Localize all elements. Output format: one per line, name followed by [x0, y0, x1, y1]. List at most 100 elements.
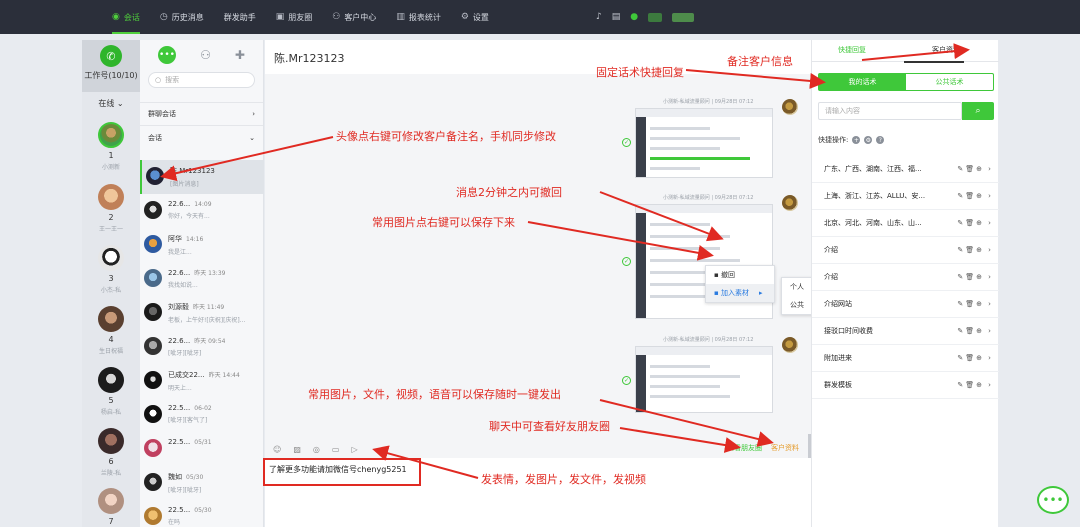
phrase-item[interactable]: 接驳口时间收费 ✎🗑⊕ ›: [812, 318, 999, 345]
chat-name: 刘源毅 昨天 11:49: [168, 302, 246, 312]
account-name: 兰陵-私: [100, 470, 122, 477]
chat-list-item[interactable]: 阿华 14:16 我是江...: [140, 228, 264, 262]
chat-preview: 老板，上午好![庆祝][庆祝]...: [168, 317, 246, 324]
nav-item-moments[interactable]: ▣ 朋友圈: [276, 0, 313, 34]
chevron-down-icon: ⌄: [116, 99, 124, 108]
database-icon[interactable]: ▤: [612, 12, 621, 22]
account-item[interactable]: 5 杨启-私: [97, 367, 125, 416]
phrase-actions-icon[interactable]: ✎🗑⊕ ›: [957, 192, 993, 200]
sessions-section-header[interactable]: 会话 ⌄: [140, 126, 263, 150]
nav-label: 报表统计: [408, 12, 441, 22]
work-accounts-header[interactable]: ✆ 工作号(10/10): [82, 40, 140, 92]
chat-list-item[interactable]: 22.6... 14:09 你好，今天有...: [140, 194, 264, 228]
chat-search-input[interactable]: ○ 搜索: [148, 72, 255, 88]
nav-right-tools: ♪ ▤ ●: [596, 0, 704, 34]
phrase-actions-icon[interactable]: ✎🗑⊕ ›: [957, 354, 993, 362]
help-icon[interactable]: ?: [876, 136, 885, 144]
wechat-logo-icon: ✆: [100, 45, 122, 67]
nav-item-history[interactable]: ◷ 历史消息: [160, 0, 204, 34]
avatar[interactable]: [782, 195, 798, 211]
phrase-actions-icon[interactable]: ✎🗑⊕ ›: [957, 300, 993, 308]
phrase-actions-icon[interactable]: ✎🗑⊕ ›: [957, 273, 993, 281]
phrase-search-input[interactable]: 请输入内容: [818, 102, 962, 120]
nav-item-reports[interactable]: ▥ 报表统计: [396, 0, 441, 34]
image-message[interactable]: [635, 108, 773, 178]
chat-list-item[interactable]: 陈.Mr123123 [图片消息]: [140, 160, 264, 194]
user-icon[interactable]: ●: [630, 12, 638, 22]
search-icon: ⌕: [975, 106, 981, 116]
tab-customer-info[interactable]: 客户资料: [932, 45, 960, 55]
gear-icon[interactable]: ⚙: [864, 136, 873, 144]
add-user-icon[interactable]: ✚: [235, 48, 245, 62]
recall-icon: ▪: [714, 271, 721, 279]
file-icon[interactable]: ▭: [332, 445, 340, 454]
customer-materials-link[interactable]: 客户资料: [771, 443, 799, 453]
chat-list-item[interactable]: 22.5... 05/31: [140, 432, 264, 466]
phrase-actions-icon[interactable]: ✎🗑⊕ ›: [957, 165, 993, 173]
chat-list-item[interactable]: 22.6... 昨天 09:54 [呲牙][呲牙]: [140, 330, 264, 364]
account-item[interactable]: 1 小测新: [97, 122, 125, 171]
add-material-menu-item[interactable]: ▪ 加入素材 ▸: [706, 284, 774, 302]
phrase-item[interactable]: 介绍网站 ✎🗑⊕ ›: [812, 291, 999, 318]
account-item[interactable]: 7: [97, 488, 125, 526]
nav-item-broadcast[interactable]: 群发助手: [224, 0, 256, 34]
phrase-item[interactable]: 上海、浙江、江苏、ALLU、安... ✎🗑⊕ ›: [812, 183, 999, 210]
online-status-dropdown[interactable]: 在线 ⌄: [82, 98, 140, 109]
chat-time: 14:09: [194, 201, 212, 208]
phrase-item[interactable]: 广东、广西、湖南、江西、福... ✎🗑⊕ ›: [812, 156, 999, 183]
materials-icon[interactable]: ◎: [313, 445, 320, 454]
video-icon[interactable]: ▷: [351, 445, 357, 454]
phrase-item[interactable]: 介绍 ✎🗑⊕ ›: [812, 237, 999, 264]
bell-icon[interactable]: ♪: [596, 12, 602, 22]
chat-time: 06-02: [194, 405, 212, 412]
recall-menu-item[interactable]: ▪ 撤回: [706, 266, 774, 284]
phrase-item[interactable]: 北京、河北、河南、山东、山... ✎🗑⊕ ›: [812, 210, 999, 237]
account-item[interactable]: 6 兰陵-私: [97, 428, 125, 477]
tab-quick-reply[interactable]: 快捷回复: [838, 45, 866, 55]
account-item[interactable]: 4 生日祝福: [97, 306, 125, 355]
nav-label: 设置: [472, 12, 489, 22]
message-meta: 小测新-私域流量顾问 | 09月28日 07:12: [663, 195, 754, 201]
phrase-item[interactable]: 附加进来 ✎🗑⊕ ›: [812, 345, 999, 372]
contacts-icon[interactable]: ⚇: [200, 48, 211, 62]
clock-icon: ◷: [159, 12, 168, 22]
nav-item-chat[interactable]: ◉ 会话: [112, 0, 140, 34]
image-message[interactable]: [635, 346, 773, 413]
annotation-quick-send: 常用图片，文件，视频，语音可以保存随时一键发出: [308, 388, 561, 401]
avatar: [144, 201, 162, 219]
phrase-actions-icon[interactable]: ✎🗑⊕ ›: [957, 246, 993, 254]
avatar[interactable]: [782, 337, 798, 353]
account-item[interactable]: 2 王一王一: [97, 184, 125, 233]
avatar[interactable]: [782, 99, 798, 115]
phrase-label: 北京、河北、河南、山东、山...: [824, 219, 922, 227]
chat-bubble-icon[interactable]: •••: [158, 46, 177, 64]
phrase-actions-icon[interactable]: ✎🗑⊕ ›: [957, 327, 993, 335]
account-item[interactable]: 3 小杰-私: [97, 245, 125, 294]
phrase-item[interactable]: 群发模板 ✎🗑⊕ ›: [812, 372, 999, 399]
avatar: [144, 473, 162, 491]
nav-item-settings[interactable]: ⚙ 设置: [461, 0, 489, 34]
my-phrases-tab[interactable]: 我的话术: [819, 74, 906, 90]
view-moments-link[interactable]: 查看朋友圈: [727, 443, 762, 453]
group-chats-row[interactable]: 群聊会话 ›: [140, 102, 263, 126]
recall-label: 撤回: [720, 271, 735, 279]
sent-check-icon: ✓: [622, 376, 631, 385]
phrase-search-button[interactable]: ⌕: [962, 102, 994, 120]
phrase-item[interactable]: 介绍 ✎🗑⊕ ›: [812, 264, 999, 291]
public-phrases-tab[interactable]: 公共话术: [906, 74, 993, 90]
chat-list-item[interactable]: 刘源毅 昨天 11:49 老板，上午好![庆祝][庆祝]...: [140, 296, 264, 330]
chat-list-item[interactable]: 22.6... 昨天 13:39 我找如说...: [140, 262, 264, 296]
chat-list-item[interactable]: 22.5... 05/30 在吗: [140, 500, 264, 527]
chat-name: 22.5... 05/30: [168, 506, 212, 514]
floating-wechat-button[interactable]: •••: [1037, 486, 1069, 514]
chat-list-item[interactable]: 22.5... 06-02 [呲牙][客气了]: [140, 398, 264, 432]
emoji-icon[interactable]: ☺: [273, 445, 281, 454]
nav-item-customers[interactable]: ⚇ 客户中心: [332, 0, 376, 34]
phrase-actions-icon[interactable]: ✎🗑⊕ ›: [957, 381, 993, 389]
add-icon[interactable]: +: [852, 136, 861, 144]
phrase-actions-icon[interactable]: ✎🗑⊕ ›: [957, 219, 993, 227]
image-icon[interactable]: ▨: [293, 445, 301, 454]
chat-list-item[interactable]: 已成交22... 昨天 14:44 明天上...: [140, 364, 264, 398]
account-number: 1: [108, 151, 114, 160]
chat-list-item[interactable]: 魏如 05/30 [呲牙][呲牙]: [140, 466, 264, 500]
